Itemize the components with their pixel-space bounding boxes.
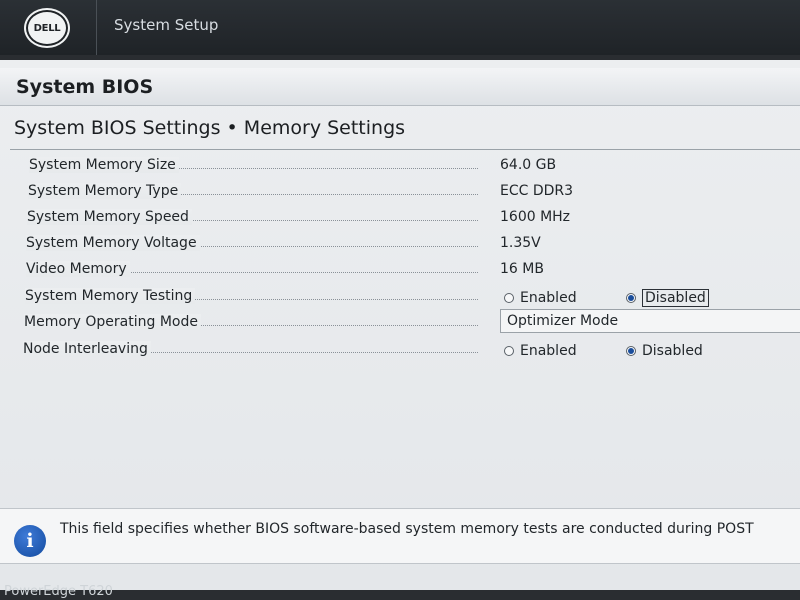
setting-row-video-memory: Video Memory 16 MB [0,258,800,284]
page-title: System BIOS Settings • Memory Settings [14,117,406,139]
section-header: System BIOS [0,68,800,106]
setting-row-node-interleaving: Node Interleaving Enabled Disabled [0,338,800,364]
setting-label: Memory Operating Mode [24,314,201,330]
setting-label: System Memory Testing [25,288,196,304]
help-text: This field specifies whether BIOS softwa… [60,521,754,537]
app-title: System Setup [114,16,219,34]
setting-row-memory-speed: System Memory Speed 1600 MHz [0,206,800,232]
title-divider [10,149,800,150]
setting-row-memory-testing: System Memory Testing Enabled Disabled [0,285,800,311]
memory-testing-disabled-radio[interactable]: Disabled [626,288,709,308]
setting-label: System Memory Voltage [26,235,200,251]
dell-logo-text: DELL [26,10,68,46]
setting-value: ECC DDR3 [500,183,574,199]
node-interleaving-disabled-radio[interactable]: Disabled [626,341,703,361]
setting-label: Video Memory [26,261,130,277]
section-title: System BIOS [16,76,154,98]
setting-label: System Memory Speed [27,209,192,225]
setting-value: 64.0 GB [500,157,557,173]
setting-row-memory-type: System Memory Type ECC DDR3 [0,180,800,206]
top-bar-divider [96,0,97,55]
setting-value: 1600 MHz [500,209,571,225]
setting-row-memory-voltage: System Memory Voltage 1.35V [0,232,800,258]
radio-unselected-icon [504,346,514,356]
memory-testing-radio-group: Enabled Disabled [500,288,800,310]
radio-selected-icon [626,293,636,303]
memory-operating-mode-select[interactable]: Optimizer Mode [500,309,800,333]
setting-label: System Memory Type [28,183,182,199]
radio-label: Disabled [642,289,709,307]
setting-row-memory-size: System Memory Size 64.0 GB [0,154,800,180]
radio-label: Disabled [642,343,703,359]
main-panel: System BIOS System BIOS Settings • Memor… [0,60,800,590]
radio-label: Enabled [520,343,577,359]
radio-label: Enabled [520,290,577,306]
info-icon: i [14,525,46,557]
setting-value: 1.35V [500,235,541,251]
radio-unselected-icon [504,293,514,303]
top-bar: DELL System Setup [0,0,800,55]
setting-row-operating-mode: Memory Operating Mode Optimizer Mode [0,309,800,337]
memory-testing-enabled-radio[interactable]: Enabled [504,288,577,308]
setting-label: Node Interleaving [23,341,151,357]
setting-label: System Memory Size [29,157,179,173]
node-interleaving-enabled-radio[interactable]: Enabled [504,341,577,361]
help-panel: i This field specifies whether BIOS soft… [0,508,800,564]
footer-bar: PowerEdge T620 [0,584,800,600]
setting-value: 16 MB [500,261,544,277]
node-interleaving-radio-group: Enabled Disabled [500,341,800,363]
radio-selected-icon [626,346,636,356]
dell-logo: DELL [24,8,70,48]
system-model: PowerEdge T620 [4,584,113,599]
